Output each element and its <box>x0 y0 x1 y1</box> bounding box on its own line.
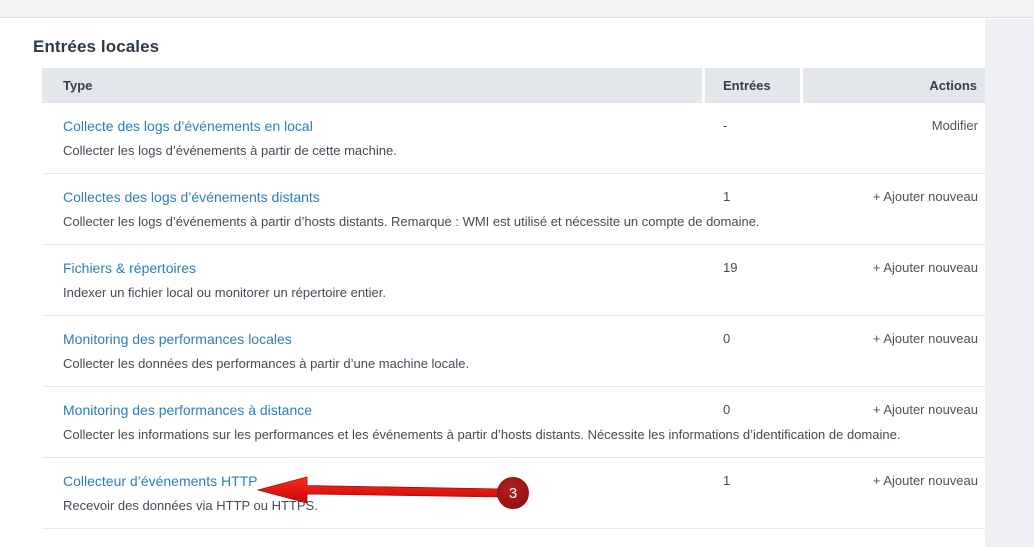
entries-count: 0 <box>723 400 730 420</box>
input-type-link[interactable]: Collecte des logs d’événements en local <box>63 116 313 136</box>
entries-count: 0 <box>723 329 730 349</box>
column-header-entries: Entrées <box>705 68 800 103</box>
input-type-link[interactable]: Fichiers & répertoires <box>63 258 196 278</box>
entries-count: - <box>723 116 727 136</box>
entries-count: 1 <box>723 471 730 491</box>
table-row-local-event-logs: Collecte des logs d’événements en local … <box>42 103 985 174</box>
entries-count: 1 <box>723 187 730 207</box>
page-background-gutter <box>985 19 1034 547</box>
table-row-remote-performance: Monitoring des performances à distance C… <box>42 387 985 458</box>
top-toolbar-edge <box>0 0 1034 18</box>
input-type-description: Recevoir des données via HTTP ou HTTPS. <box>63 497 985 515</box>
table-row-files-directories: Fichiers & répertoires Indexer un fichie… <box>42 245 985 316</box>
input-type-description: Collecter les logs d’événements à partir… <box>63 213 985 231</box>
add-new-link[interactable]: + Ajouter nouveau <box>873 471 978 491</box>
column-header-actions: Actions <box>803 68 985 103</box>
edit-link[interactable]: Modifier <box>932 116 978 136</box>
table-row-local-performance: Monitoring des performances locales Coll… <box>42 316 985 387</box>
input-type-description: Collecter les informations sur les perfo… <box>63 426 985 444</box>
input-type-link[interactable]: Collecteur d’événements HTTP <box>63 471 258 491</box>
table-header-row: Type Entrées Actions <box>42 68 985 103</box>
local-inputs-table: Type Entrées Actions Collecte des logs d… <box>42 68 985 529</box>
page-title: Entrées locales <box>33 37 159 57</box>
input-type-description: Indexer un fichier local ou monitorer un… <box>63 284 985 302</box>
input-type-link[interactable]: Monitoring des performances locales <box>63 329 292 349</box>
add-new-link[interactable]: + Ajouter nouveau <box>873 187 978 207</box>
table-row-remote-event-logs: Collectes des logs d’événements distants… <box>42 174 985 245</box>
add-new-link[interactable]: + Ajouter nouveau <box>873 329 978 349</box>
add-new-link[interactable]: + Ajouter nouveau <box>873 400 978 420</box>
input-type-description: Collecter les données des performances à… <box>63 355 985 373</box>
add-new-link[interactable]: + Ajouter nouveau <box>873 258 978 278</box>
table-row-http-event-collector: Collecteur d’événements HTTP Recevoir de… <box>42 458 985 529</box>
entries-count: 19 <box>723 258 737 278</box>
input-type-link[interactable]: Monitoring des performances à distance <box>63 400 312 420</box>
input-type-description: Collecter les logs d’événements à partir… <box>63 142 985 160</box>
column-header-type: Type <box>42 68 702 103</box>
input-type-link[interactable]: Collectes des logs d’événements distants <box>63 187 320 207</box>
